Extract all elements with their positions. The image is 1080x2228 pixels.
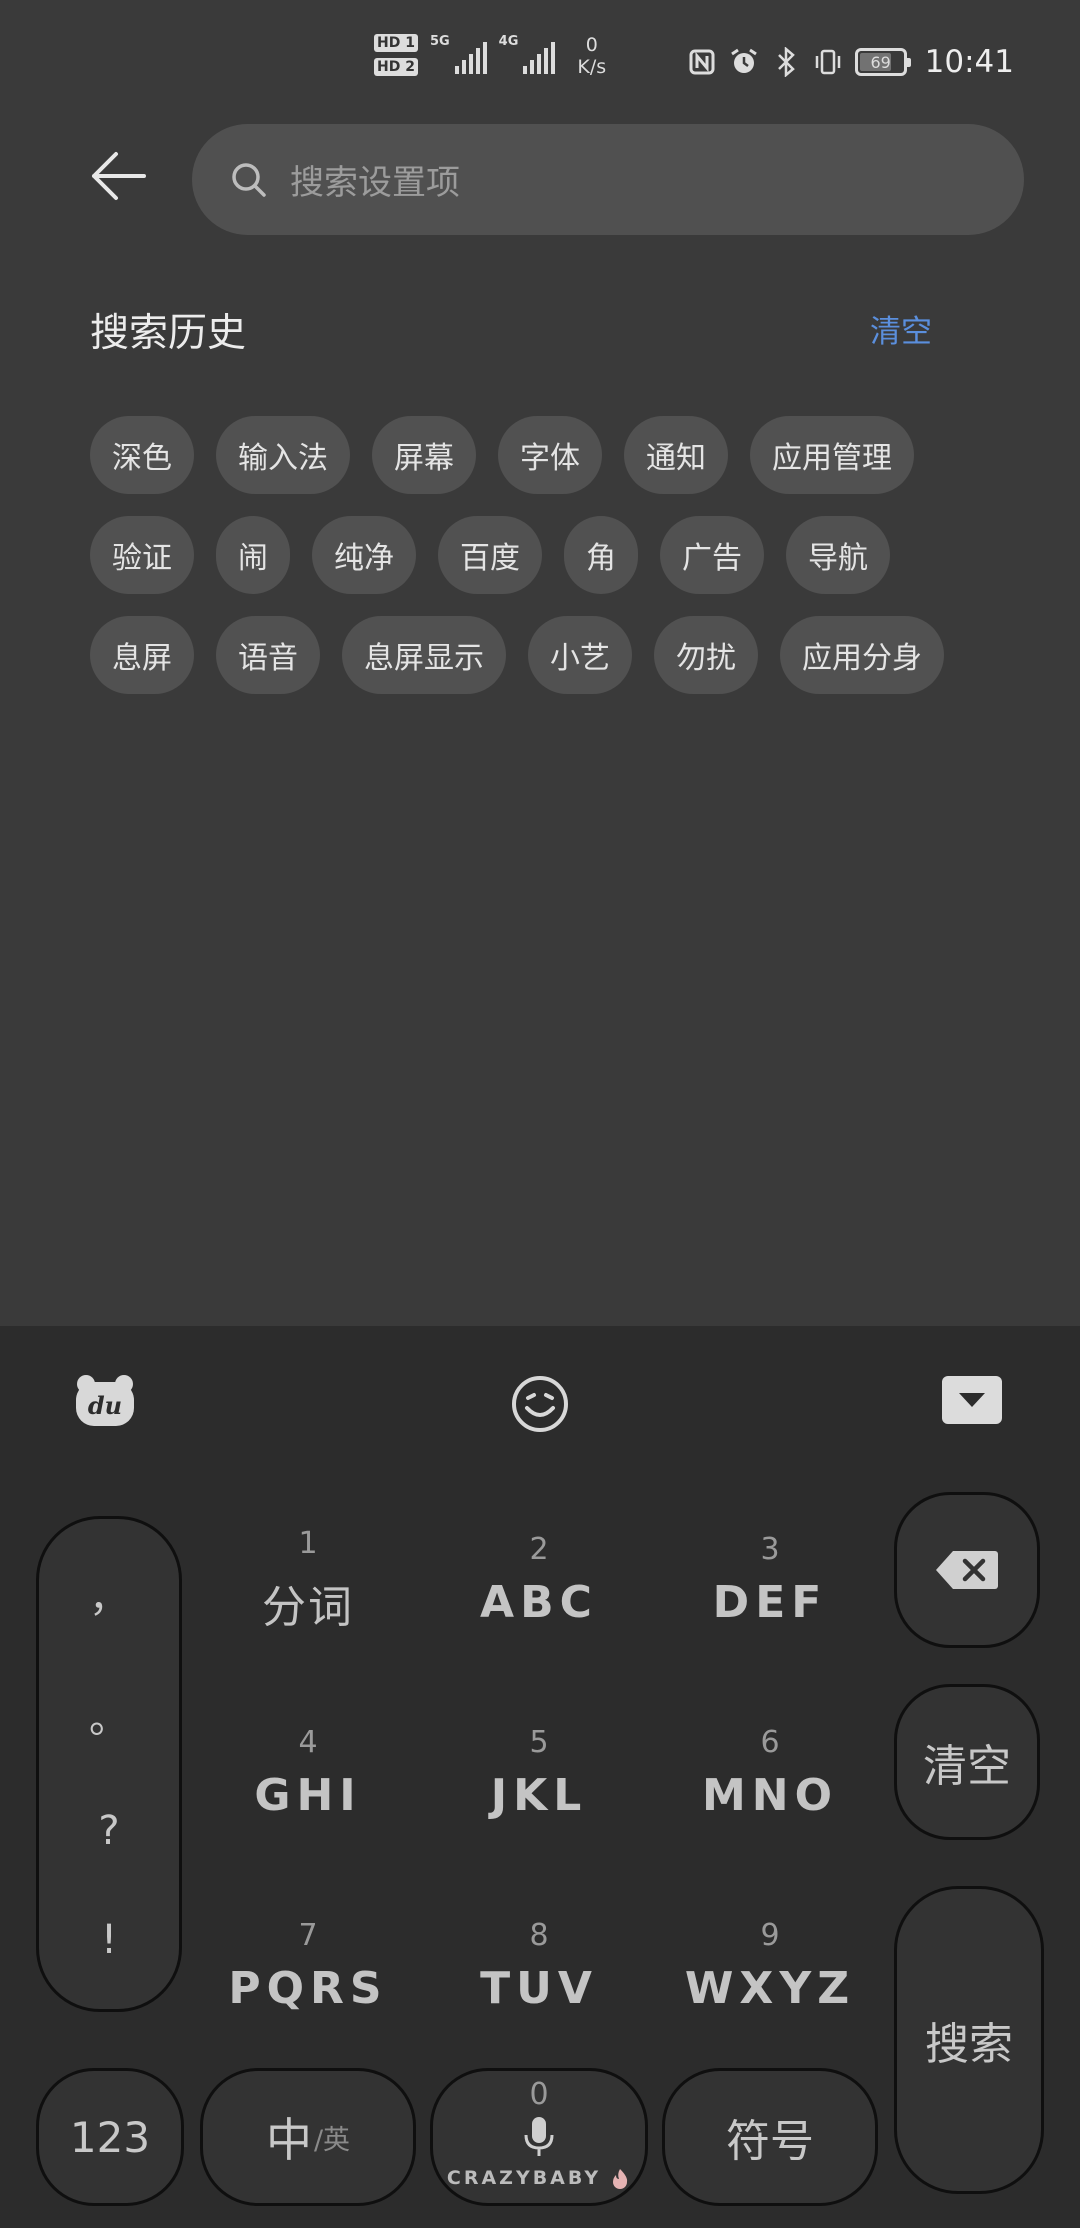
history-chip[interactable]: 语音: [216, 616, 320, 694]
baidu-ime-logo-icon[interactable]: du: [74, 1374, 136, 1428]
network-speed: 0 K/s: [577, 34, 607, 78]
history-chip[interactable]: 应用管理: [750, 416, 914, 494]
punct-key-period[interactable]: 。: [89, 1686, 129, 1744]
history-chip[interactable]: 百度: [438, 516, 542, 594]
clear-history-button[interactable]: 清空: [870, 306, 932, 351]
search-input[interactable]: 搜索设置项: [192, 124, 1024, 235]
key-4[interactable]: 4 GHI: [193, 1693, 423, 1853]
chevron-down-icon: [959, 1393, 985, 1407]
search-icon: [232, 162, 266, 197]
microphone-icon: [524, 2117, 554, 2156]
history-chip[interactable]: 纯净: [312, 516, 416, 594]
sim2-hd-badge: HD 2: [374, 58, 418, 76]
history-chip[interactable]: 深色: [90, 416, 194, 494]
search-placeholder: 搜索设置项: [290, 163, 460, 203]
nfc-icon: [687, 47, 717, 77]
history-chip[interactable]: 应用分身: [780, 616, 944, 694]
numeric-mode-key[interactable]: 123: [36, 2068, 184, 2206]
bluetooth-icon: [771, 47, 801, 77]
history-chip[interactable]: 字体: [498, 416, 602, 494]
history-chip[interactable]: 导航: [786, 516, 890, 594]
alarm-icon: [729, 47, 759, 77]
history-title: 搜索历史: [90, 311, 247, 356]
battery-icon: 69: [854, 48, 911, 76]
signal-4g-icon: 4G: [499, 34, 556, 74]
history-chip[interactable]: 息屏: [90, 616, 194, 694]
key-8[interactable]: 8 TUV: [424, 1886, 654, 2046]
punct-key-exclamation[interactable]: !: [101, 1917, 117, 1963]
history-chip[interactable]: 通知: [624, 416, 728, 494]
history-chip[interactable]: 验证: [90, 516, 194, 594]
punctuation-column: ， 。 ? !: [36, 1516, 182, 2012]
key-5[interactable]: 5 JKL: [424, 1693, 654, 1853]
history-chip[interactable]: 输入法: [216, 416, 350, 494]
language-toggle-key[interactable]: 中/英: [200, 2068, 416, 2206]
status-bar: HD 1 HD 2 5G 4G 0 K/s 69 10:41: [0, 0, 1080, 120]
history-row: 深色 输入法 屏幕 字体 通知 应用管理: [90, 416, 1010, 494]
history-chip[interactable]: 勿扰: [654, 616, 758, 694]
backspace-icon: [936, 1551, 998, 1589]
key-7[interactable]: 7 PQRS: [193, 1886, 423, 2046]
history-chip[interactable]: 小艺: [528, 616, 632, 694]
history-chips: 深色 输入法 屏幕 字体 通知 应用管理 验证 闹 纯净 百度 角 广告 导航 …: [90, 416, 1010, 716]
svg-text:du: du: [88, 1391, 122, 1420]
history-row: 息屏 语音 息屏显示 小艺 勿扰 应用分身: [90, 616, 1010, 694]
history-chip[interactable]: 息屏显示: [342, 616, 506, 694]
history-row: 验证 闹 纯净 百度 角 广告 导航: [90, 516, 1010, 594]
punct-key-question[interactable]: ?: [98, 1808, 119, 1854]
history-chip[interactable]: 闹: [216, 516, 290, 594]
history-chip[interactable]: 屏幕: [372, 416, 476, 494]
clear-key[interactable]: 清空: [894, 1684, 1040, 1840]
history-chip[interactable]: 角: [564, 516, 638, 594]
key-2[interactable]: 2 ABC: [424, 1500, 654, 1660]
backspace-key[interactable]: [894, 1492, 1040, 1648]
keyboard-toolbar: du: [0, 1326, 1080, 1476]
search-key[interactable]: 搜索: [894, 1886, 1044, 2194]
network-status: HD 1 HD 2 5G 4G 0 K/s: [374, 34, 606, 78]
clock: 10:41: [924, 44, 1014, 80]
key-1[interactable]: 1 分词: [193, 1500, 423, 1660]
key-9[interactable]: 9 WXYZ: [655, 1886, 885, 2046]
arrow-left-icon: [92, 152, 146, 200]
punct-key-comma[interactable]: ，: [89, 1565, 129, 1623]
history-chip[interactable]: 广告: [660, 516, 764, 594]
sim1-hd-badge: HD 1: [374, 34, 418, 52]
keyboard-skin-brand: CRAZYBABY: [447, 2167, 631, 2189]
vibrate-icon: [813, 47, 843, 77]
back-button[interactable]: [88, 150, 158, 210]
signal-5g-icon: 5G: [430, 34, 487, 74]
hide-keyboard-button[interactable]: [942, 1376, 1002, 1424]
symbol-key[interactable]: 符号: [662, 2068, 878, 2206]
key-3[interactable]: 3 DEF: [655, 1500, 885, 1660]
flame-icon: [613, 2169, 628, 2189]
key-6[interactable]: 6 MNO: [655, 1693, 885, 1853]
emoji-icon[interactable]: [510, 1374, 570, 1434]
space-key[interactable]: 0 CRAZYBABY: [430, 2068, 648, 2206]
